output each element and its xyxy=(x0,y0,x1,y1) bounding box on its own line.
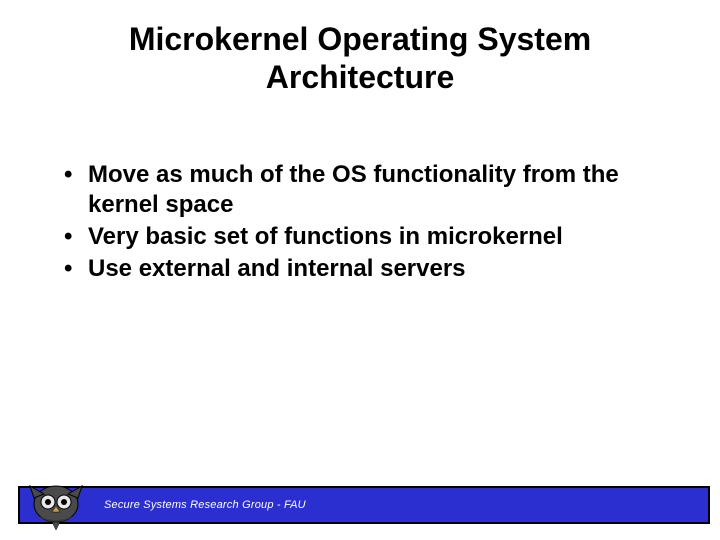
bullet-item: Very basic set of functions in microkern… xyxy=(60,222,660,252)
footer-bar: Secure Systems Research Group - FAU xyxy=(18,486,710,524)
slide-title: Microkernel Operating System Architectur… xyxy=(0,0,720,97)
bullet-item: Move as much of the OS functionality fro… xyxy=(60,160,660,220)
footer-text: Secure Systems Research Group - FAU xyxy=(104,499,306,511)
bullet-item: Use external and internal servers xyxy=(60,254,660,284)
bullet-list: Move as much of the OS functionality fro… xyxy=(60,160,660,284)
slide: Microkernel Operating System Architectur… xyxy=(0,0,720,540)
slide-content: Move as much of the OS functionality fro… xyxy=(60,160,660,286)
owl-logo-icon xyxy=(28,480,84,530)
